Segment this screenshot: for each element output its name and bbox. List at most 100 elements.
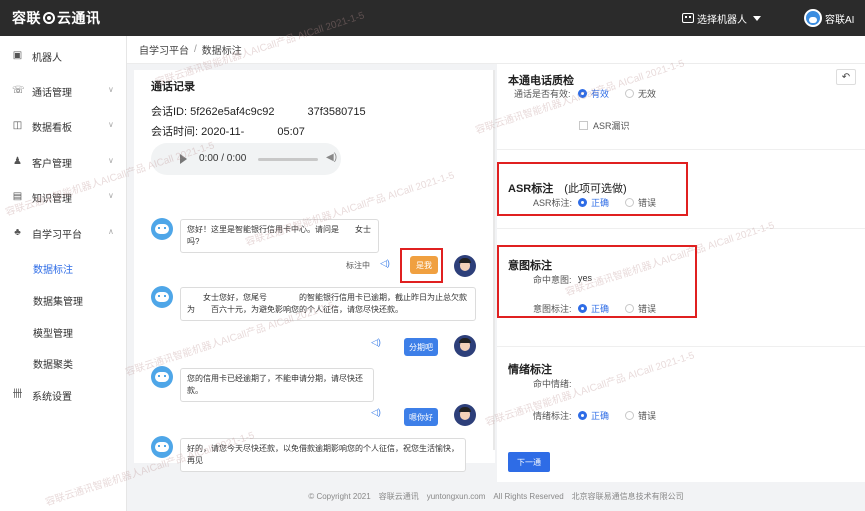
emotion-section-title: 情绪标注 — [508, 364, 552, 376]
radio-unselected-icon — [625, 304, 635, 313]
asr-error-label: ASR漏识 — [593, 121, 630, 131]
robot-selector[interactable]: 选择机器人 — [682, 0, 761, 36]
radio-intent-correct[interactable]: 正确 — [578, 302, 609, 315]
sidebar-item-call-management[interactable]: ☏ 通话管理 ∨ — [0, 81, 127, 101]
audio-progress-bar[interactable] — [258, 158, 318, 161]
emotion-field-label: 情绪标注: — [533, 411, 572, 421]
footer: © Copyright 2021 容联云通讯 yuntongxun.com Al… — [127, 482, 865, 511]
sidebar-item-dashboard[interactable]: ◫ 数据看板 ∨ — [0, 116, 127, 136]
checkbox-icon — [579, 121, 588, 130]
radio-valid[interactable]: 有效 — [578, 87, 609, 100]
user-message[interactable]: 分期吧 — [404, 338, 438, 356]
footer-rights: All Rights Reserved — [493, 492, 564, 501]
bot-avatar — [151, 366, 173, 388]
speaker-icon[interactable]: ◁) — [371, 337, 381, 348]
bot-message: 您好！这里是智能银行信用卡中心。请问是 女士吗? — [180, 219, 379, 253]
user-avatar — [454, 255, 476, 277]
sidebar-item-label: 通话管理 — [32, 87, 72, 99]
breadcrumb: 自学习平台 / 数据标注 — [127, 36, 865, 64]
sidebar-item-label: 系统设置 — [32, 391, 72, 403]
speaker-icon[interactable]: ◁) — [380, 258, 390, 269]
logo-mark-icon — [43, 12, 55, 24]
learning-icon: ♣ — [14, 227, 21, 238]
radio-option-label: 错误 — [638, 304, 657, 314]
sidebar-item-customers[interactable]: ♟ 客户管理 ∨ — [0, 152, 127, 172]
radio-asr-correct[interactable]: 正确 — [578, 196, 609, 209]
sidebar-item-label: 自学习平台 — [32, 229, 82, 241]
user-avatar — [804, 9, 822, 27]
radio-intent-wrong[interactable]: 错误 — [625, 302, 656, 315]
bot-avatar — [151, 436, 173, 458]
intent-section-title: 意图标注 — [508, 260, 552, 272]
sidebar-subitem-model-management[interactable]: 模型管理 — [33, 325, 73, 340]
user-menu[interactable]: 容联AI — [804, 0, 854, 36]
radio-emotion-wrong[interactable]: 错误 — [625, 409, 656, 422]
radio-asr-wrong[interactable]: 错误 — [625, 196, 656, 209]
settings-icon: 卌 — [12, 389, 23, 400]
radio-option-label: 正确 — [591, 198, 610, 208]
next-call-button[interactable]: 下一通 — [508, 452, 550, 472]
user-message[interactable]: 嗯你好 — [404, 408, 438, 426]
sidebar-subitem-dataset-management[interactable]: 数据集管理 — [33, 293, 83, 308]
radio-option-label: 有效 — [591, 89, 610, 99]
volume-icon[interactable]: ◀) — [326, 152, 337, 163]
chevron-down-icon: ∨ — [108, 120, 114, 129]
user-message-active[interactable]: 是我 — [410, 256, 438, 274]
radio-unselected-icon — [625, 411, 635, 420]
footer-brand: 容联云通讯 — [378, 492, 419, 501]
bot-avatar — [151, 286, 173, 308]
sidebar-subitem-data-clustering[interactable]: 数据聚类 — [33, 356, 73, 371]
asr-title-text: ASR标注 — [508, 183, 554, 195]
radio-option-label: 无效 — [638, 89, 657, 99]
radio-emotion-correct[interactable]: 正确 — [578, 409, 609, 422]
scrollbar-track[interactable] — [493, 70, 495, 450]
radio-selected-icon — [578, 89, 587, 98]
chevron-down-icon: ∨ — [108, 191, 114, 200]
audio-player[interactable]: 0:00 / 0:00 ◀) — [151, 143, 341, 175]
logo-text-right: 云通讯 — [57, 10, 101, 26]
annotating-tag: 标注中 — [346, 261, 370, 270]
user-avatar — [454, 335, 476, 357]
users-icon: ♟ — [13, 156, 22, 167]
breadcrumb-separator: / — [194, 44, 197, 55]
emotion-radio-group: 正确 错误 — [578, 409, 656, 422]
play-icon[interactable] — [180, 154, 187, 164]
radio-option-label: 错误 — [638, 198, 657, 208]
intent-field-label: 意图标注: — [533, 304, 572, 314]
sidebar-item-robot[interactable]: ▣ 机器人 — [0, 46, 127, 66]
call-valid-radio-group: 有效 无效 — [578, 87, 656, 100]
sidebar-item-system-settings[interactable]: 卌 系统设置 — [0, 385, 127, 405]
undo-icon: ↶ — [841, 71, 851, 83]
chevron-down-icon: ∨ — [108, 156, 114, 165]
bot-avatar — [151, 218, 173, 240]
footer-copyright: © Copyright 2021 — [308, 492, 371, 501]
sidebar-item-self-learning[interactable]: ♣ 自学习平台 ∧ — [0, 223, 127, 243]
radio-selected-icon — [578, 198, 587, 207]
chevron-down-icon: ∨ — [108, 85, 114, 94]
call-record-title: 通话记录 — [151, 81, 195, 93]
asr-section-title: ASR标注 (此项可选做) — [508, 180, 627, 196]
phone-icon: ☏ — [12, 85, 25, 96]
asr-optional-note: (此项可选做) — [564, 183, 627, 195]
user-avatar — [454, 404, 476, 426]
sidebar-item-label: 机器人 — [32, 52, 62, 64]
footer-domain: yuntongxun.com — [426, 492, 486, 501]
sidebar-item-label: 知识管理 — [32, 193, 72, 205]
breadcrumb-parent[interactable]: 自学习平台 — [139, 42, 189, 57]
speaker-icon[interactable]: ◁) — [371, 407, 381, 418]
radio-invalid[interactable]: 无效 — [625, 87, 656, 100]
section-divider — [497, 228, 865, 229]
robot-selector-label: 选择机器人 — [697, 14, 747, 26]
logo-text-left: 容联 — [12, 10, 41, 26]
radio-option-label: 正确 — [591, 304, 610, 314]
intent-hit-label: 命中意图: — [533, 275, 572, 285]
intent-hit-value: yes — [578, 273, 593, 283]
sidebar-subitem-data-annotation[interactable]: 数据标注 — [33, 261, 73, 276]
radio-option-label: 正确 — [591, 411, 610, 421]
radio-unselected-icon — [625, 198, 635, 207]
section-divider — [497, 149, 865, 150]
sidebar-item-knowledge[interactable]: ▤ 知识管理 ∨ — [0, 187, 127, 207]
logo: 容联 云通讯 — [0, 8, 101, 28]
asr-error-checkbox[interactable]: ASR漏识 — [579, 119, 630, 132]
undo-button[interactable]: ↶ — [836, 69, 856, 85]
